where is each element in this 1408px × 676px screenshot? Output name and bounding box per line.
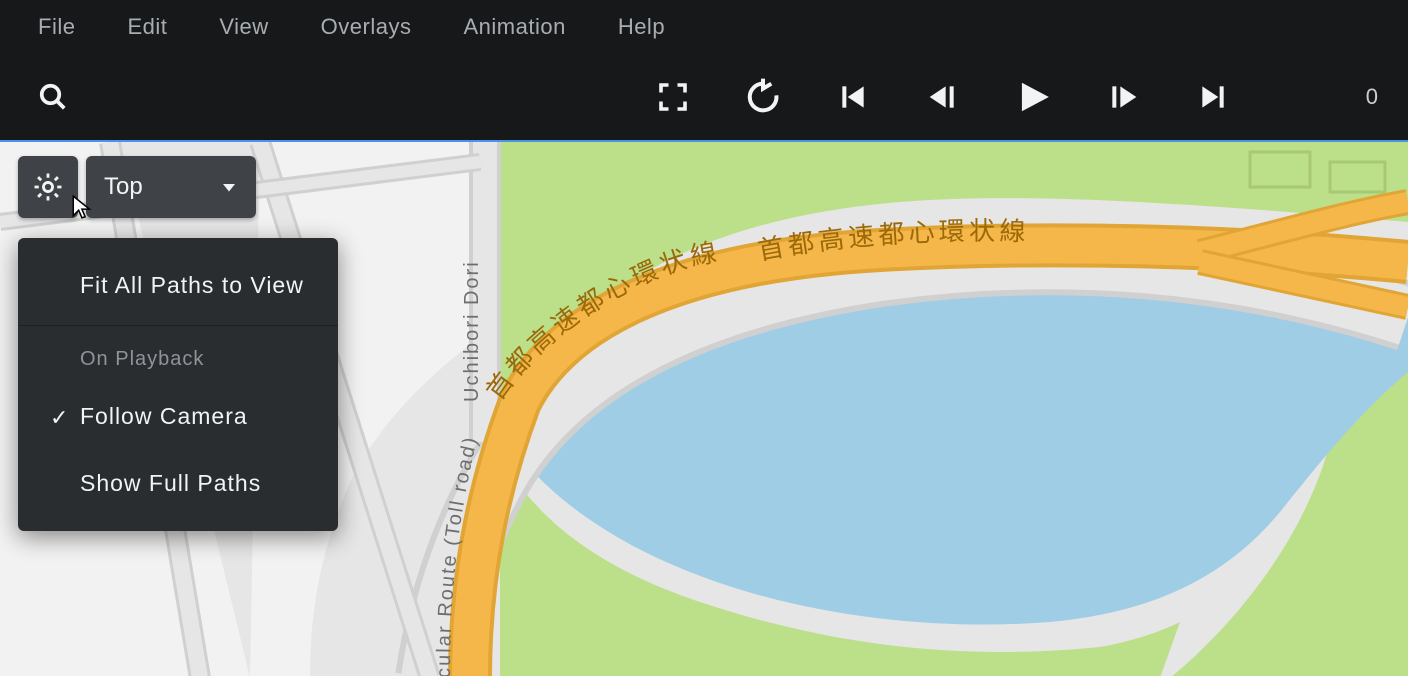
skip-start-icon	[837, 81, 869, 113]
menu-animation[interactable]: Animation	[463, 14, 565, 40]
loop-button[interactable]	[718, 67, 808, 127]
play-icon	[1014, 78, 1052, 116]
menu-help[interactable]: Help	[618, 14, 665, 40]
step-forward-icon	[1107, 81, 1139, 113]
menu-follow-camera[interactable]: Follow Camera	[18, 383, 338, 450]
viewport-settings-menu: Fit All Paths to View On Playback Follow…	[18, 238, 338, 531]
skip-start-button[interactable]	[808, 67, 898, 127]
fullscreen-button[interactable]	[628, 67, 718, 127]
step-back-button[interactable]	[898, 67, 988, 127]
menu-edit[interactable]: Edit	[127, 14, 167, 40]
menu-section-on-playback: On Playback	[18, 332, 338, 383]
fullscreen-icon	[655, 79, 691, 115]
skip-end-button[interactable]	[1168, 67, 1258, 127]
map-viewport[interactable]: Uchibori Dori cular Route (Toll road) 首都…	[0, 140, 1408, 676]
step-forward-button[interactable]	[1078, 67, 1168, 127]
viewport-settings-button[interactable]	[18, 156, 78, 218]
menu-view[interactable]: View	[219, 14, 268, 40]
road-label-uchibori: Uchibori Dori	[461, 260, 483, 402]
menu-fit-all-paths[interactable]: Fit All Paths to View	[18, 252, 338, 319]
menu-show-full-paths[interactable]: Show Full Paths	[18, 450, 338, 517]
view-mode-select[interactable]: Top	[86, 156, 256, 218]
skip-end-icon	[1197, 81, 1229, 113]
menubar: File Edit View Overlays Animation Help	[0, 0, 1408, 54]
playback-toolbar: 0	[0, 54, 1408, 140]
search-icon	[38, 82, 68, 112]
view-mode-label: Top	[104, 173, 143, 201]
step-back-icon	[927, 81, 959, 113]
frame-number[interactable]: 0	[1258, 84, 1378, 110]
play-button[interactable]	[988, 67, 1078, 127]
gear-icon	[31, 170, 65, 204]
menu-separator	[18, 325, 338, 326]
svg-text:Uchibori Dori: Uchibori Dori	[461, 260, 483, 402]
menu-overlays[interactable]: Overlays	[321, 14, 412, 40]
loop-icon	[743, 77, 783, 117]
menu-file[interactable]: File	[38, 14, 75, 40]
search-button[interactable]	[38, 82, 68, 112]
chevron-down-icon	[220, 178, 238, 196]
